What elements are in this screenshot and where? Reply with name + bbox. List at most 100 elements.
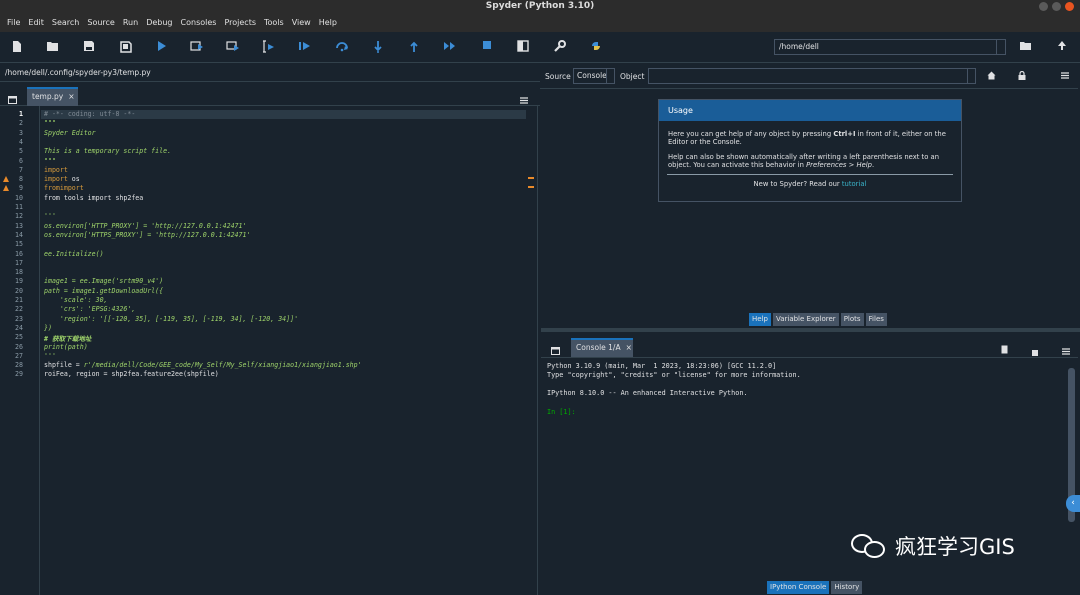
continue-icon[interactable] (443, 40, 457, 54)
console-line: Type "copyright", "credits" or "license"… (547, 371, 801, 379)
run-cell-icon[interactable] (190, 40, 204, 54)
menu-debug[interactable]: Debug (146, 18, 172, 27)
chevron-down-icon[interactable] (996, 40, 1005, 54)
tutorial-link[interactable]: tutorial (842, 180, 867, 188)
line-number: 5 (19, 147, 23, 156)
object-combo[interactable] (648, 68, 976, 84)
code-editor[interactable]: 1 2 3 4 5 6 7 8 9 10 11 12 13 14 15 16 17 18 19 20 21 22 23 24 2… (0, 106, 538, 595)
menu-view[interactable]: View (292, 18, 311, 27)
source-value: Console (577, 71, 607, 80)
debug-icon[interactable] (298, 40, 312, 54)
line-number-gutter: 1 2 3 4 5 6 7 8 9 10 11 12 13 14 15 16 17 18 19 20 21 22 23 24 2… (0, 106, 40, 595)
menu-projects[interactable]: Projects (224, 18, 256, 27)
line-number: 3 (19, 128, 23, 137)
warning-icon[interactable] (3, 185, 9, 192)
browse-tabs-icon[interactable] (551, 340, 560, 359)
save-icon[interactable] (82, 40, 96, 54)
stop-icon[interactable] (480, 40, 494, 54)
console-line: Python 3.10.9 (main, Mar 1 2023, 18:23:0… (547, 362, 777, 370)
maximize-pane-icon[interactable] (516, 40, 530, 54)
line-number: 15 (15, 240, 23, 249)
line-number: 11 (15, 203, 23, 211)
line-number: 21 (15, 296, 23, 304)
tab-label: temp.py (32, 92, 64, 101)
tab-plots[interactable]: Plots (840, 313, 864, 326)
warning-icon[interactable] (3, 176, 9, 183)
lock-icon[interactable] (1018, 70, 1026, 82)
line-number: 28 (15, 361, 23, 370)
close-tab-icon[interactable]: × (626, 343, 632, 352)
code-line: from tools import shp2fea (44, 193, 144, 202)
watermark-text: 疯狂学习GIS (895, 535, 1015, 559)
run-selection-icon[interactable] (262, 40, 276, 54)
usage-divider (667, 174, 953, 175)
menu-tools[interactable]: Tools (264, 18, 284, 27)
code-line: os.environ['HTTP_PROXY'] = 'http://127.0… (44, 221, 247, 230)
menu-edit[interactable]: Edit (28, 18, 44, 27)
source-combo[interactable]: Console (573, 68, 615, 84)
menu-source[interactable]: Source (87, 18, 114, 27)
usage-title: Usage (659, 100, 961, 121)
line-number: 22 (15, 305, 23, 314)
usage-paragraph-2: Help can also be shown automatically aft… (668, 153, 940, 169)
tab-files[interactable]: Files (865, 313, 887, 326)
line-number: 18 (15, 268, 23, 277)
new-file-icon[interactable] (10, 40, 24, 54)
line-number: 4 (19, 137, 23, 146)
tab-variable-explorer[interactable]: Variable Explorer (772, 313, 839, 326)
run-cell-advance-icon[interactable] (226, 40, 240, 54)
code-line: print(path) (44, 342, 88, 351)
working-directory-value: /home/dell (779, 42, 819, 51)
code-line: 'region': '[[-120, 35], [-119, 35], [-11… (44, 314, 299, 323)
tab-temp-py[interactable]: temp.py × (27, 87, 78, 106)
tab-history[interactable]: History (831, 581, 863, 594)
save-all-icon[interactable] (118, 40, 132, 54)
tab-ipython-console[interactable]: IPython Console (767, 581, 830, 594)
tab-label: Console 1/A (576, 343, 621, 352)
chevron-down-icon[interactable] (606, 69, 614, 83)
console-line: IPython 8.10.0 -- An enhanced Interactiv… (547, 389, 748, 397)
python-path-icon[interactable] (589, 40, 603, 54)
chevron-down-icon[interactable] (967, 69, 975, 83)
code-line: }) (44, 323, 52, 332)
menu-run[interactable]: Run (123, 18, 138, 27)
open-folder-icon[interactable] (46, 40, 60, 54)
usage-paragraph-1: Here you can get help of any object by p… (668, 130, 946, 146)
line-number: 6 (19, 156, 23, 165)
step-into-icon[interactable] (371, 40, 385, 54)
minimize-button[interactable] (1039, 2, 1048, 11)
line-number: 26 (15, 342, 23, 351)
tab-help[interactable]: Help (749, 313, 771, 326)
menu-consoles[interactable]: Consoles (181, 18, 217, 27)
working-directory-combo[interactable]: /home/dell (774, 39, 1006, 55)
code-line: roiFea, region = shp2fea.feature2ee(shpf… (44, 370, 219, 379)
line-number: 25 (15, 333, 23, 342)
options-menu-icon[interactable] (1061, 72, 1069, 81)
editor-scrollbar[interactable] (527, 110, 535, 594)
step-return-icon[interactable] (407, 40, 421, 54)
editor-tabbar: temp.py × (0, 82, 540, 106)
browse-folder-icon[interactable] (1018, 40, 1032, 54)
line-number: 29 (15, 370, 23, 379)
clear-console-icon[interactable] (1001, 339, 1008, 358)
step-over-icon[interactable] (335, 40, 349, 54)
chevron-left-icon[interactable]: ‹ (1066, 495, 1080, 512)
line-number: 19 (15, 277, 23, 286)
parent-directory-icon[interactable] (1055, 40, 1069, 54)
line-number: 13 (15, 221, 23, 230)
maximize-button[interactable] (1052, 2, 1061, 11)
help-pane-tabs: Help Variable Explorer Plots Files (749, 313, 887, 326)
menu-file[interactable]: File (7, 18, 20, 27)
menu-help[interactable]: Help (319, 18, 337, 27)
tab-console-1a[interactable]: Console 1/A × (571, 338, 633, 357)
close-window-button[interactable] (1065, 2, 1074, 11)
code-line: import (44, 165, 68, 174)
home-icon[interactable] (987, 71, 996, 82)
code-line: """ (44, 119, 56, 128)
options-menu-icon[interactable] (1062, 340, 1070, 359)
line-number: 17 (15, 258, 23, 267)
run-icon[interactable] (154, 40, 168, 54)
preferences-wrench-icon[interactable] (552, 40, 566, 54)
menu-search[interactable]: Search (52, 18, 79, 27)
close-tab-icon[interactable]: × (68, 92, 74, 101)
